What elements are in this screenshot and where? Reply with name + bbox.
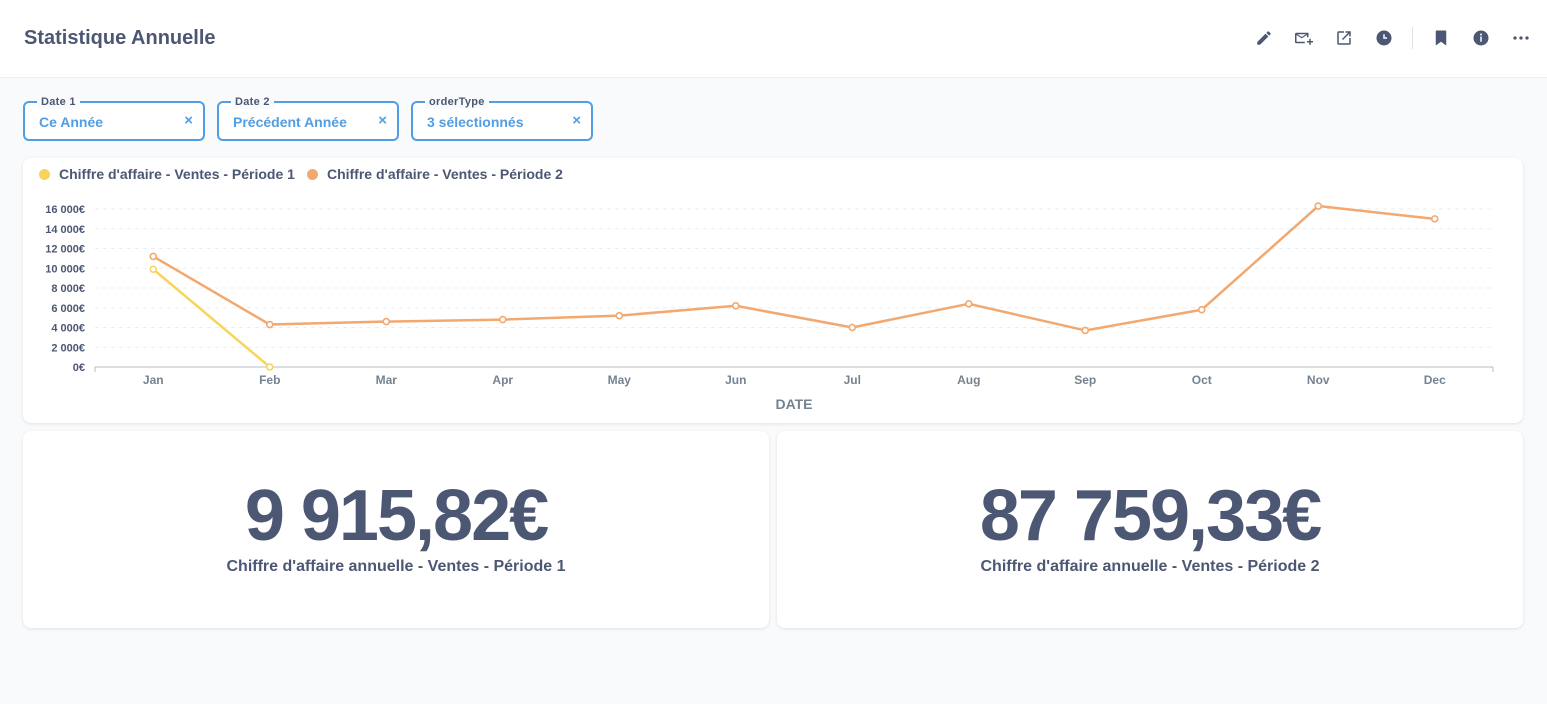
filter-label: Date 1 xyxy=(37,95,80,109)
filter-label: Date 2 xyxy=(231,95,274,109)
data-point xyxy=(265,320,274,329)
x-tick-label: Mar xyxy=(376,373,398,387)
line-chart: 0€ 2 000€ 4 000€ 6 000€ 8 000€ 10 000€ 12 000€… xyxy=(45,202,1494,412)
line-chart-card: Chiffre d'affaire - Ventes - Période 1 C… xyxy=(23,158,1523,423)
share-icon[interactable] xyxy=(1332,26,1356,50)
kpi-label: Chiffre d'affaire annuelle - Ventes - Pé… xyxy=(980,558,1320,575)
filter-value: Ce Année xyxy=(39,114,104,130)
y-tick-label: 0€ xyxy=(73,362,85,374)
filter-value: 3 sélectionnés xyxy=(427,114,524,130)
data-point xyxy=(498,315,507,324)
data-point xyxy=(615,311,624,320)
x-tick-label: Nov xyxy=(1307,373,1330,387)
x-axis-title: DATE xyxy=(775,396,812,412)
data-point xyxy=(848,323,857,332)
bookmark-icon[interactable] xyxy=(1429,26,1453,50)
data-point xyxy=(149,265,158,274)
kpi-card-period-2: 87 759,33€ Chiffre d'affaire annuelle - … xyxy=(777,431,1523,628)
history-icon[interactable] xyxy=(1372,26,1396,50)
edit-icon[interactable] xyxy=(1252,26,1276,50)
info-icon[interactable] xyxy=(1469,26,1493,50)
header-actions xyxy=(1236,26,1533,50)
clear-filter-icon[interactable]: × xyxy=(184,112,193,129)
filter-order-type[interactable]: orderType 3 sélectionnés × xyxy=(411,95,593,141)
data-point xyxy=(1081,326,1090,335)
filter-label: orderType xyxy=(425,95,489,109)
data-point xyxy=(964,300,973,308)
y-tick-label: 10 000€ xyxy=(45,263,85,275)
x-tick-label: Aug xyxy=(957,373,980,387)
y-tick-label: 16 000€ xyxy=(45,204,85,216)
data-point xyxy=(149,252,158,261)
x-tick-label: May xyxy=(608,373,632,387)
filter-date-2[interactable]: Date 2 Précédent Année × xyxy=(217,95,399,141)
dashboard-header: Statistique Annuelle xyxy=(0,0,1547,78)
y-tick-label: 6 000€ xyxy=(51,303,85,315)
dashboard-title: Statistique Annuelle xyxy=(24,27,216,49)
clear-filter-icon[interactable]: × xyxy=(572,112,581,129)
kpi-card-period-1: 9 915,82€ Chiffre d'affaire annuelle - V… xyxy=(23,431,769,628)
x-tick-label: Apr xyxy=(492,373,513,387)
clear-filter-icon[interactable]: × xyxy=(378,112,387,129)
x-tick-label: Sep xyxy=(1074,373,1096,387)
kpi-value: 9 915,82€ xyxy=(244,476,549,556)
x-tick-label: Oct xyxy=(1192,373,1212,387)
x-tick-label: Jun xyxy=(725,373,746,387)
filter-value: Précédent Année xyxy=(233,114,347,130)
series-line-1 xyxy=(152,268,271,368)
data-point xyxy=(1430,215,1439,223)
x-tick-label: Feb xyxy=(259,373,280,387)
data-point xyxy=(265,363,274,371)
x-tick-label: Dec xyxy=(1424,373,1446,387)
y-tick-label: 2 000€ xyxy=(51,342,85,354)
x-tick-label: Jan xyxy=(143,373,164,387)
data-point xyxy=(731,301,740,310)
kpi-label: Chiffre d'affaire annuelle - Ventes - Pé… xyxy=(226,558,566,575)
data-point xyxy=(382,317,391,326)
subscribe-mail-icon[interactable] xyxy=(1292,26,1316,50)
data-point xyxy=(1197,305,1206,314)
y-tick-label: 4 000€ xyxy=(51,323,85,335)
y-tick-label: 8 000€ xyxy=(51,283,85,295)
x-tick-label: Jul xyxy=(844,373,861,387)
y-tick-label: 14 000€ xyxy=(45,224,85,236)
more-icon[interactable] xyxy=(1509,26,1533,50)
data-point xyxy=(1314,202,1323,210)
y-tick-label: 12 000€ xyxy=(45,244,85,256)
header-divider xyxy=(1412,27,1413,49)
filter-date-1[interactable]: Date 1 Ce Année × xyxy=(23,95,205,141)
kpi-value: 87 759,33€ xyxy=(979,476,1322,556)
